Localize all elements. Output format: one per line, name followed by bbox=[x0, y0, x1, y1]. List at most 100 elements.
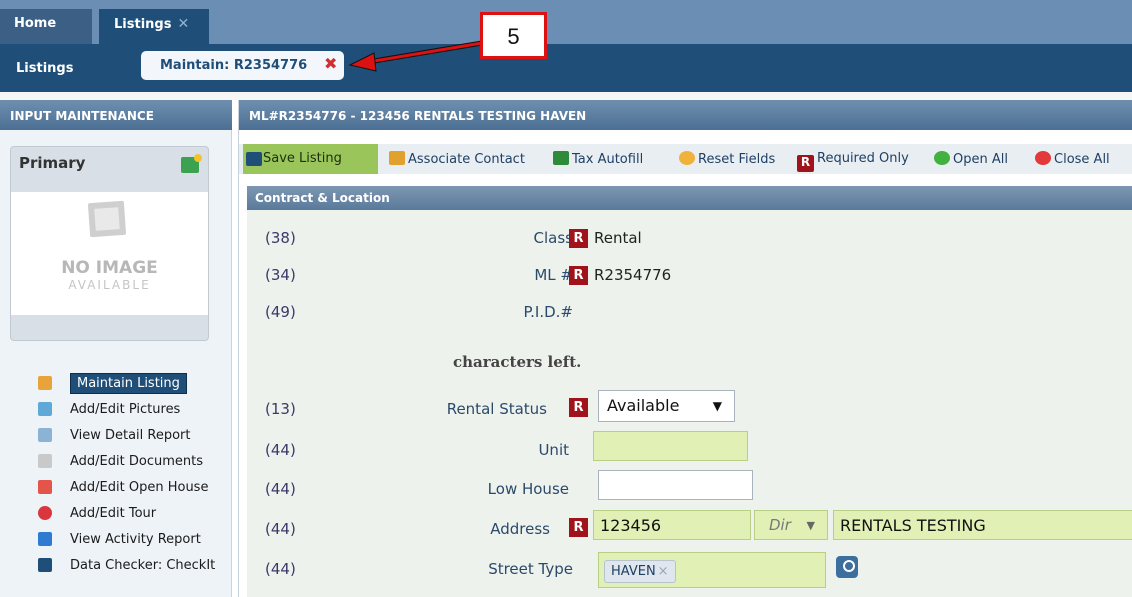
required-badge: R bbox=[569, 266, 588, 285]
menu-item-add-edit-tour[interactable]: Add/Edit Tour bbox=[30, 502, 230, 528]
required-badge: R bbox=[569, 229, 588, 248]
ml-number-label: ML # bbox=[534, 266, 573, 284]
divider bbox=[0, 92, 1132, 100]
rental-status-label: Rental Status bbox=[446, 400, 547, 418]
menu-item-label: View Detail Report bbox=[70, 428, 191, 443]
tax-autofill-button[interactable]: Tax Autofill bbox=[553, 144, 643, 174]
menu-item-label: Maintain Listing bbox=[70, 373, 187, 394]
address-label: Address bbox=[490, 520, 550, 538]
associate-contact-label: Associate Contact bbox=[408, 152, 525, 167]
street-number-input[interactable]: 123456 bbox=[593, 510, 751, 540]
save-listing-button[interactable]: Save Listing bbox=[243, 144, 378, 174]
maintenance-menu: Maintain Listing Add/Edit Pictures View … bbox=[30, 372, 230, 580]
open-all-label: Open All bbox=[953, 152, 1008, 167]
available-text: AVAILABLE bbox=[68, 278, 151, 292]
field-number: (49) bbox=[265, 303, 296, 321]
field-number: (44) bbox=[265, 560, 296, 578]
field-number: (44) bbox=[265, 441, 296, 459]
menu-item-maintain-listing[interactable]: Maintain Listing bbox=[30, 372, 230, 398]
unit-label: Unit bbox=[538, 441, 569, 459]
class-value: Rental bbox=[594, 229, 642, 247]
chip-label: HAVEN bbox=[611, 564, 656, 579]
reset-fields-button[interactable]: Reset Fields bbox=[679, 144, 775, 174]
menu-item-label: Add/Edit Documents bbox=[70, 454, 203, 469]
menu-item-view-activity-report[interactable]: View Activity Report bbox=[30, 528, 230, 554]
close-all-icon bbox=[1035, 151, 1051, 165]
required-badge: R bbox=[569, 518, 588, 537]
open-all-icon bbox=[934, 151, 950, 165]
open-all-button[interactable]: Open All bbox=[934, 144, 1008, 174]
street-name-input[interactable]: RENTALS TESTING bbox=[833, 510, 1132, 540]
check-icon bbox=[38, 558, 52, 572]
menu-item-add-edit-pictures[interactable]: Add/Edit Pictures bbox=[30, 398, 230, 424]
callout-number: 5 bbox=[480, 12, 547, 59]
direction-placeholder: Dir bbox=[769, 516, 791, 534]
rental-status-select[interactable]: Available ▼ bbox=[598, 390, 735, 422]
menu-item-view-detail-report[interactable]: View Detail Report bbox=[30, 424, 230, 450]
street-type-chip[interactable]: HAVEN × bbox=[604, 560, 676, 583]
search-icon[interactable] bbox=[836, 556, 858, 578]
report-icon bbox=[38, 428, 52, 442]
street-type-label: Street Type bbox=[488, 560, 573, 578]
activity-chart-icon bbox=[38, 532, 52, 546]
low-house-input[interactable] bbox=[598, 470, 753, 500]
contacts-icon bbox=[389, 151, 405, 165]
menu-item-label: Add/Edit Tour bbox=[70, 506, 157, 521]
tour-icon bbox=[38, 506, 52, 520]
low-house-label: Low House bbox=[487, 480, 569, 498]
required-only-button[interactable]: R Required Only bbox=[797, 144, 909, 174]
listing-title: ML#R2354776 - 123456 RENTALS TESTING HAV… bbox=[239, 100, 1132, 130]
unit-input[interactable] bbox=[593, 431, 748, 461]
left-panel: INPUT MAINTENANCE Primary NO IMAGE AVAIL… bbox=[0, 100, 232, 597]
section-header[interactable]: Contract & Location bbox=[247, 186, 1132, 210]
field-number: (44) bbox=[265, 480, 296, 498]
menu-item-add-edit-documents[interactable]: Add/Edit Documents bbox=[30, 450, 230, 476]
callout-arrow bbox=[348, 40, 483, 72]
menu-item-label: Data Checker: CheckIt bbox=[70, 558, 216, 573]
main-panel: ML#R2354776 - 123456 RENTALS TESTING HAV… bbox=[238, 100, 1132, 597]
field-number: (44) bbox=[265, 520, 296, 538]
picture-icon bbox=[87, 200, 127, 238]
no-image-placeholder[interactable]: NO IMAGE AVAILABLE bbox=[11, 192, 208, 315]
reset-icon bbox=[679, 151, 695, 165]
rental-status-value: Available bbox=[607, 396, 680, 415]
pid-label: P.I.D.# bbox=[523, 303, 573, 321]
add-photo-icon[interactable] bbox=[181, 154, 202, 173]
field-number: (34) bbox=[265, 266, 296, 284]
dropdown-arrow-icon: ▼ bbox=[712, 399, 722, 413]
pictures-icon bbox=[38, 402, 52, 416]
tax-icon bbox=[553, 151, 569, 165]
required-only-label: Required Only bbox=[817, 151, 909, 166]
document-icon bbox=[38, 454, 52, 468]
house-icon bbox=[38, 480, 52, 494]
toolbar: Save Listing Associate Contact Tax Autof… bbox=[239, 144, 1132, 174]
field-number: (38) bbox=[265, 229, 296, 247]
save-icon bbox=[246, 152, 262, 166]
remove-chip-icon[interactable]: × bbox=[658, 564, 669, 579]
required-badge: R bbox=[569, 398, 588, 417]
menu-item-data-checker[interactable]: Data Checker: CheckIt bbox=[30, 554, 230, 580]
pencil-icon bbox=[38, 376, 52, 390]
menu-item-label: View Activity Report bbox=[70, 532, 201, 547]
reset-fields-label: Reset Fields bbox=[698, 152, 776, 167]
associate-contact-button[interactable]: Associate Contact bbox=[389, 144, 525, 174]
required-icon: R bbox=[797, 155, 814, 172]
direction-select[interactable]: Dir ▼ bbox=[754, 510, 828, 540]
menu-item-label: Add/Edit Pictures bbox=[70, 402, 181, 417]
menu-item-add-edit-open-house[interactable]: Add/Edit Open House bbox=[30, 476, 230, 502]
tax-autofill-label: Tax Autofill bbox=[572, 152, 644, 167]
primary-photo-box: Primary NO IMAGE AVAILABLE bbox=[10, 146, 209, 341]
characters-left-text: characters left. bbox=[453, 353, 582, 371]
ml-number-value: R2354776 bbox=[594, 266, 672, 284]
left-panel-title: INPUT MAINTENANCE bbox=[0, 100, 232, 130]
field-number: (13) bbox=[265, 400, 296, 418]
dropdown-arrow-icon: ▼ bbox=[806, 519, 815, 532]
contract-location-section: Contract & Location (38) Class R Rental … bbox=[247, 186, 1132, 597]
close-all-label: Close All bbox=[1054, 152, 1110, 167]
no-image-text: NO IMAGE bbox=[61, 258, 158, 278]
primary-label: Primary bbox=[19, 154, 86, 172]
menu-item-label: Add/Edit Open House bbox=[70, 480, 209, 495]
save-listing-label: Save Listing bbox=[263, 151, 342, 166]
close-all-button[interactable]: Close All bbox=[1035, 144, 1110, 174]
class-label: Class bbox=[533, 229, 573, 247]
